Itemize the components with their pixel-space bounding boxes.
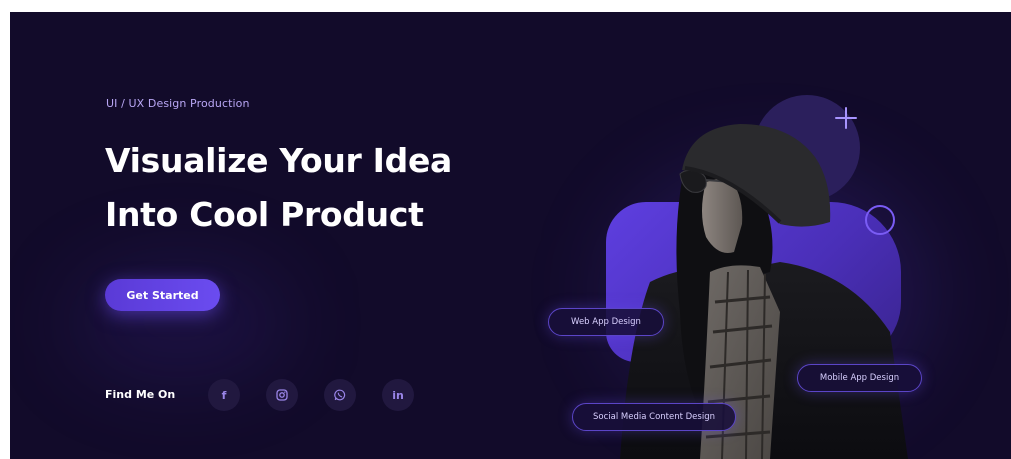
- instagram-glyph: [276, 389, 288, 401]
- tag-mobile-app-design: Mobile App Design: [797, 364, 922, 392]
- hero-section: UI / UX Design Production Visualize Your…: [10, 12, 1011, 459]
- social-links: f in: [208, 379, 414, 411]
- facebook-icon[interactable]: f: [208, 379, 240, 411]
- facebook-glyph: f: [221, 388, 227, 402]
- headline-line-1: Visualize Your Idea: [105, 141, 453, 180]
- find-me-on-label: Find Me On: [105, 388, 176, 401]
- linkedin-icon[interactable]: in: [382, 379, 414, 411]
- get-started-button[interactable]: Get Started: [105, 279, 220, 311]
- hero-eyebrow: UI / UX Design Production: [106, 97, 250, 110]
- linkedin-glyph: in: [392, 388, 404, 402]
- tag-social-media-content-design: Social Media Content Design: [572, 403, 736, 431]
- whatsapp-glyph: [334, 389, 346, 401]
- hero-headline: Visualize Your Idea Into Cool Product: [105, 134, 525, 242]
- headline-line-2: Into Cool Product: [105, 195, 424, 234]
- tag-web-app-design: Web App Design: [548, 308, 664, 336]
- instagram-icon[interactable]: [266, 379, 298, 411]
- whatsapp-icon[interactable]: [324, 379, 356, 411]
